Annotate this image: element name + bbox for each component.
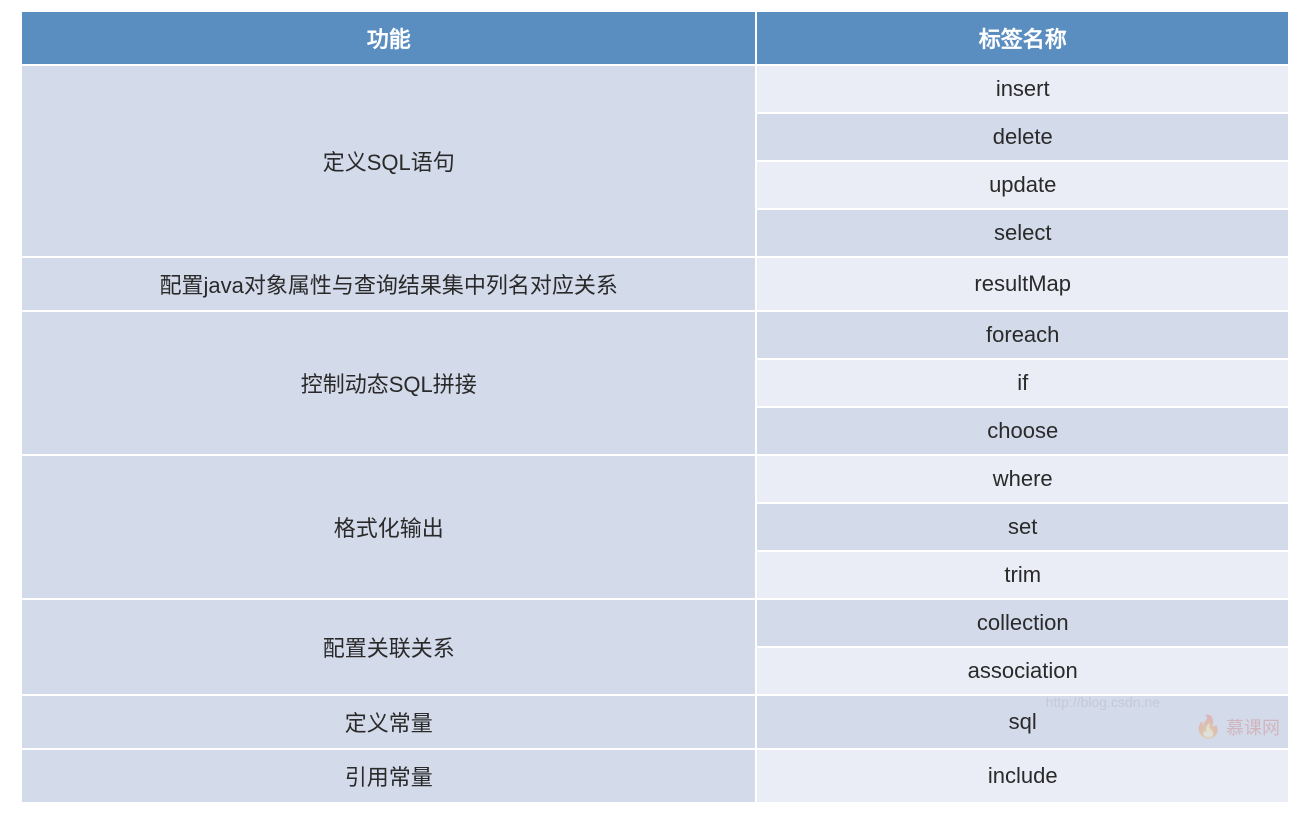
tag-reference-table: 功能 标签名称 定义SQL语句insertdeleteupdateselect配… [20,10,1290,804]
tag-cell: association [756,647,1289,695]
table-row: 控制动态SQL拼接foreach [21,311,1289,359]
tag-cell: update [756,161,1289,209]
tag-cell: include [756,749,1289,803]
table-body: 定义SQL语句insertdeleteupdateselect配置java对象属… [21,65,1289,803]
function-cell: 配置关联关系 [21,599,756,695]
function-cell: 配置java对象属性与查询结果集中列名对应关系 [21,257,756,311]
header-function: 功能 [21,11,756,65]
tag-cell: delete [756,113,1289,161]
function-cell: 定义常量 [21,695,756,749]
tag-cell: set [756,503,1289,551]
function-cell: 定义SQL语句 [21,65,756,257]
tag-cell: where [756,455,1289,503]
function-cell: 引用常量 [21,749,756,803]
table-row: 定义SQL语句insert [21,65,1289,113]
tag-cell: foreach [756,311,1289,359]
table-row: 引用常量include [21,749,1289,803]
table-row: 配置关联关系collection [21,599,1289,647]
tag-cell: if [756,359,1289,407]
function-cell: 控制动态SQL拼接 [21,311,756,455]
header-tag-name: 标签名称 [756,11,1289,65]
tag-cell: resultMap [756,257,1289,311]
tag-cell: trim [756,551,1289,599]
tag-cell: sql [756,695,1289,749]
tag-cell: collection [756,599,1289,647]
table-row: 格式化输出where [21,455,1289,503]
tag-cell: insert [756,65,1289,113]
tag-cell: choose [756,407,1289,455]
function-cell: 格式化输出 [21,455,756,599]
tag-cell: select [756,209,1289,257]
table-header-row: 功能 标签名称 [21,11,1289,65]
table-row: 配置java对象属性与查询结果集中列名对应关系resultMap [21,257,1289,311]
table-row: 定义常量sql [21,695,1289,749]
